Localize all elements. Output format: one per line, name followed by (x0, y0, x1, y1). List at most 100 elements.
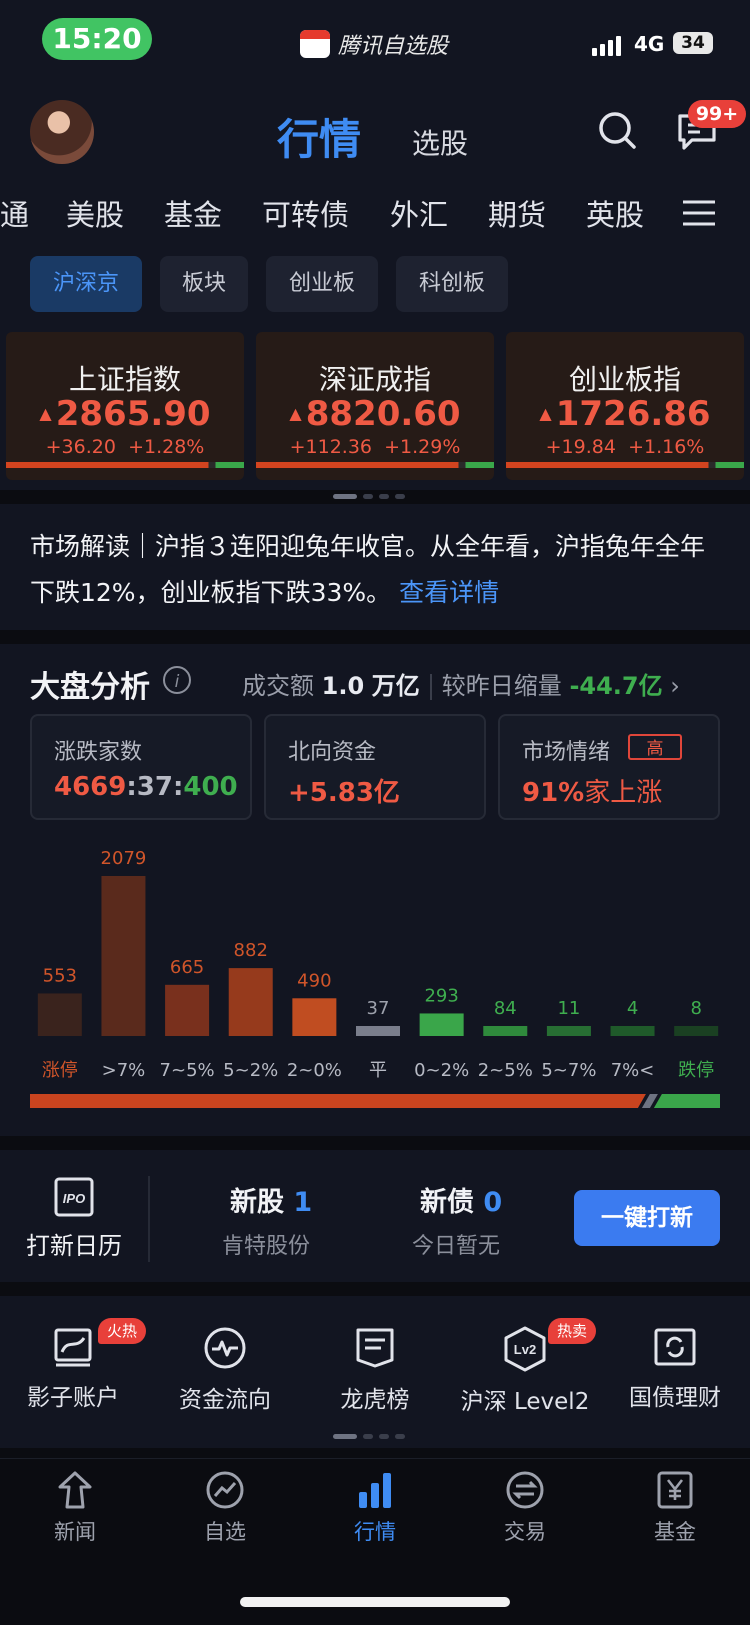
sentiment-box[interactable]: 市场情绪 高 91%家上涨 (498, 714, 720, 820)
index-change: +19.84 +1.16% (545, 436, 705, 458)
volume-summary[interactable]: 成交额 1.0 万亿 较昨日缩量 -44.7亿 › (242, 666, 680, 701)
north-capital-box[interactable]: 北向资金 +5.83亿 (264, 714, 486, 820)
tab-stock-picker[interactable]: 选股 (412, 122, 468, 162)
bar-value-label: 8 (690, 998, 701, 1019)
bar-chart-icon (359, 1473, 391, 1508)
network-type: 4G (634, 32, 665, 56)
tool-dragon-tiger[interactable]: 龙虎榜 (300, 1326, 450, 1414)
distribution-bar (292, 998, 337, 1036)
search-icon[interactable] (597, 110, 637, 150)
cat-tab[interactable]: 英股 (586, 192, 644, 234)
index-card[interactable]: 上证指数 ▲ 2865.90 +36.20 +1.28% (6, 332, 244, 480)
nav-watchlist[interactable]: 自选 (170, 1470, 280, 1546)
subtab-hsj[interactable]: 沪深京 (30, 256, 142, 312)
rise-fall-distribution-chart: 553 涨停 2079 >7% 665 7~5% 882 5~2% 490 2~0% 37 平 293 0… (37, 848, 719, 1081)
subtab-chinext[interactable]: 创业板 (266, 256, 378, 312)
hot-tag: 火热 (98, 1318, 147, 1344)
svg-text:IPO: IPO (63, 1191, 85, 1206)
bar-value-label: 553 (43, 965, 77, 986)
bar-category-label: 平 (369, 1060, 387, 1081)
status-app[interactable]: 腾讯自选股 (300, 28, 448, 60)
bar-category-label: 7%< (611, 1060, 655, 1081)
ipo-calendar-icon[interactable]: IPO (53, 1176, 95, 1218)
one-click-subscribe-button[interactable]: 一键打新 (574, 1190, 720, 1246)
breadth-value: 4669:37:400 (54, 772, 238, 802)
chart-card-icon (54, 1328, 92, 1367)
subtab-star[interactable]: 科创板 (396, 256, 508, 312)
status-time: 15:20 (42, 18, 152, 60)
distribution-bar (546, 1026, 591, 1036)
chevron-right-icon: › (670, 672, 680, 700)
tab-market[interactable]: 行情 (277, 106, 361, 167)
treasury-icon (654, 1328, 696, 1366)
nav-news[interactable]: 新闻 (20, 1470, 130, 1546)
new-bond[interactable]: 新债 0 (420, 1180, 502, 1219)
cat-tab[interactable]: 可转债 (262, 192, 349, 234)
bar-value-label: 293 (424, 985, 458, 1006)
bar-value-label: 2079 (101, 848, 147, 869)
sentiment-value: 91%家上涨 (522, 778, 663, 808)
tool-treasury[interactable]: 国债理财 (600, 1326, 750, 1412)
new-stock[interactable]: 新股 1 (230, 1180, 312, 1219)
index-change: +112.36 +1.29% (289, 436, 461, 458)
bar-value-label: 490 (297, 970, 331, 991)
pulse-icon (204, 1327, 246, 1369)
svg-text:Lv2: Lv2 (514, 1342, 536, 1357)
home-indicator (240, 1597, 510, 1607)
bar-value-label: 882 (234, 940, 268, 961)
trend-icon (206, 1471, 244, 1509)
tools-carousel-dots (333, 1434, 405, 1439)
yen-icon (657, 1471, 693, 1509)
nav-fund[interactable]: 基金 (620, 1470, 730, 1546)
index-name: 深证成指 (318, 363, 431, 396)
index-name: 上证指数 (68, 363, 181, 396)
carousel-dots (333, 494, 405, 499)
battery-icon: 34 (673, 32, 713, 54)
cat-tab[interactable]: 外汇 (390, 192, 448, 234)
status-app-name: 腾讯自选股 (338, 34, 449, 59)
nav-market[interactable]: 行情 (320, 1470, 430, 1546)
bar-category-label: >7% (102, 1060, 146, 1081)
nav-trade[interactable]: 交易 (470, 1470, 580, 1546)
breadth-box[interactable]: 涨跌家数 4669:37:400 (30, 714, 252, 820)
sentiment-tag: 高 (628, 734, 682, 760)
index-name: 创业板指 (568, 363, 681, 396)
index-price: ▲ 8820.60 (289, 394, 461, 434)
cat-tab[interactable]: 通 (0, 192, 29, 234)
cat-tab[interactable]: 期货 (488, 192, 546, 234)
index-price: ▲ 2865.90 (39, 394, 211, 434)
menu-icon[interactable] (681, 198, 717, 228)
distribution-bar (674, 1026, 719, 1036)
distribution-bar (610, 1026, 655, 1036)
bar-value-label: 84 (494, 998, 517, 1019)
view-details-link[interactable]: 查看详情 (399, 578, 499, 607)
bar-category-label: 5~2% (223, 1060, 278, 1081)
avatar[interactable] (30, 100, 94, 164)
index-card[interactable]: 创业板指 ▲ 1726.86 +19.84 +1.16% (506, 332, 744, 480)
up-arrow-icon: ▲ (289, 404, 302, 423)
level2-hexagon-icon: Lv2 (504, 1326, 546, 1372)
distribution-bar (228, 968, 273, 1036)
index-card[interactable]: 深证成指 ▲ 8820.60 +112.36 +1.29% (256, 332, 494, 480)
bar-category-label: 0~2% (414, 1060, 469, 1081)
cat-tab[interactable]: 美股 (66, 192, 124, 234)
index-breadth-bar (256, 462, 494, 468)
info-icon[interactable]: i (163, 666, 191, 694)
bar-category-label: 2~0% (287, 1060, 342, 1081)
hot-sale-tag: 热卖 (548, 1318, 597, 1344)
bar-value-label: 11 (557, 998, 580, 1019)
analysis-title: 大盘分析 (30, 670, 150, 705)
subtab-sector[interactable]: 板块 (160, 256, 248, 312)
new-stock-name: 肯特股份 (222, 1234, 311, 1259)
bar-category-label: 涨停 (42, 1060, 78, 1081)
tool-fund-flow[interactable]: 资金流向 (150, 1326, 300, 1414)
up-arrow-icon: ▲ (39, 404, 52, 423)
category-tabs: 通 美股 基金 可转债 外汇 期货 英股 (0, 192, 750, 238)
new-bond-name: 今日暂无 (412, 1234, 501, 1259)
ipo-calendar-label[interactable]: 打新日历 (26, 1226, 122, 1261)
cat-tab[interactable]: 基金 (164, 192, 222, 234)
up-arrow-icon: ▲ (539, 404, 552, 423)
bar-category-label: 跌停 (678, 1060, 714, 1081)
divider (148, 1176, 150, 1262)
up-down-ratio-bar (30, 1094, 720, 1108)
